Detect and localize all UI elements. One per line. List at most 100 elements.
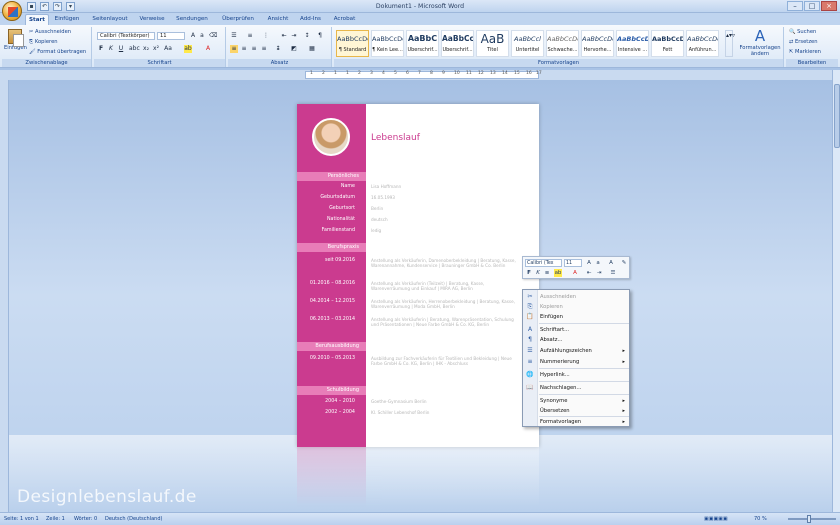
shrink-font-icon[interactable]: a (594, 259, 602, 267)
multilevel-list-icon[interactable]: ⋮ (262, 32, 270, 40)
mini-font-box[interactable]: Calibri (Tex (525, 259, 562, 267)
increase-indent-icon[interactable]: ⇥ (290, 32, 298, 40)
shrink-font-icon[interactable]: a (198, 32, 206, 40)
office-button[interactable] (2, 1, 22, 21)
tab-sendungen[interactable]: Sendungen (174, 14, 210, 25)
tab-start[interactable]: Start (25, 14, 49, 25)
format-painter-icon[interactable]: ✎ (620, 259, 628, 267)
status-line[interactable]: Zeile: 1 (46, 516, 65, 522)
subscript-icon[interactable]: x₂ (142, 45, 150, 53)
style-title[interactable]: AaB Titel (476, 30, 509, 57)
align-right-icon[interactable]: ≡ (250, 45, 258, 53)
menu-item-paste[interactable]: 📋 Einfügen (523, 312, 629, 322)
style-heading-1[interactable]: AaBbC Überschrif... (406, 30, 439, 57)
horizontal-ruler[interactable]: 1 2 1 1 2 3 4 5 6 7 8 9 10 11 12 13 14 1… (0, 70, 840, 80)
find-button[interactable]: 🔍 Suchen (789, 29, 816, 35)
menu-item-hyperlink[interactable]: 🌐 Hyperlink... (523, 370, 629, 380)
paste-button[interactable]: Einfügen (4, 29, 27, 51)
change-styles-button[interactable]: A Formatvorlagen ändern (738, 28, 782, 58)
grow-font-icon[interactable]: A (585, 259, 593, 267)
justify-icon[interactable]: ≡ (260, 45, 268, 53)
menu-item-font[interactable]: A Schriftart... (523, 325, 629, 335)
menu-item-lookup[interactable]: 📖 Nachschlagen... (523, 383, 629, 393)
change-case-icon[interactable]: Aa (164, 45, 172, 53)
cut-button[interactable]: ✂ Ausschneiden (29, 29, 71, 35)
vertical-scrollbar[interactable] (832, 70, 840, 512)
status-language[interactable]: Deutsch (Deutschland) (105, 516, 162, 522)
scroll-thumb[interactable] (834, 84, 840, 148)
style-quote[interactable]: AaBbCcDc Anführun... (686, 30, 719, 57)
menu-item-bullets[interactable]: ☰ Aufzählungszeichen ▸ (523, 346, 629, 356)
styles-icon[interactable]: A (607, 259, 615, 267)
superscript-icon[interactable]: x² (152, 45, 160, 53)
style-subtitle[interactable]: AaBbCcl Untertitel (511, 30, 544, 57)
minimize-button[interactable]: – (787, 1, 803, 11)
line-spacing-icon[interactable]: ↨ (274, 45, 282, 53)
tab-ueberpruefen[interactable]: Überprüfen (218, 14, 258, 25)
tab-verweise[interactable]: Verweise (137, 14, 167, 25)
status-words[interactable]: Wörter: 0 (74, 516, 97, 522)
menu-item-cut[interactable]: ✂ Ausschneiden (523, 292, 629, 302)
menu-item-copy[interactable]: ⎘ Kopieren (523, 302, 629, 312)
numbering-icon[interactable]: ≡ (246, 32, 254, 40)
menu-item-synonyms[interactable]: Synonyme ▸ (523, 396, 629, 406)
font-color-icon[interactable]: A (571, 269, 579, 277)
highlight-icon[interactable]: ab (184, 45, 192, 53)
styles-scroll-icon[interactable]: ▴▾▿ (725, 30, 735, 57)
mini-size-box[interactable]: 11 (564, 259, 582, 267)
document-page[interactable]: Persönliches Name Geburtsdatum Geburtsor… (297, 104, 539, 447)
italic-button[interactable]: K (107, 45, 115, 53)
align-center-icon[interactable]: ≡ (240, 45, 248, 53)
select-button[interactable]: ⇱ Markieren (789, 49, 821, 55)
tab-seitenlayout[interactable]: Seitenlayout (88, 14, 132, 25)
borders-icon[interactable]: ▦ (308, 45, 316, 53)
shading-icon[interactable]: ◩ (290, 45, 298, 53)
decrease-indent-icon[interactable]: ⇤ (585, 269, 593, 277)
font-name-box[interactable]: Calibri (Textkörper) (97, 32, 155, 40)
vertical-ruler[interactable] (0, 80, 9, 512)
align-left-icon[interactable]: ≡ (230, 45, 238, 53)
close-button[interactable]: × (821, 1, 837, 11)
format-painter-button[interactable]: 🖌 Format übertragen (29, 49, 86, 55)
maximize-button[interactable]: □ (804, 1, 820, 11)
zoom-level[interactable]: 70 % (754, 516, 767, 522)
style-heading-2[interactable]: AaBbCc Überschrif... (441, 30, 474, 57)
bullets-icon[interactable]: ☰ (230, 32, 238, 40)
grow-font-icon[interactable]: A (189, 32, 197, 40)
bold-icon[interactable]: F (525, 269, 533, 277)
highlight-icon[interactable]: ab (554, 269, 562, 277)
italic-icon[interactable]: K (534, 269, 542, 277)
clear-format-icon[interactable]: ⌫ (209, 32, 217, 40)
style-standard[interactable]: AaBbCcDc ¶ Standard (336, 30, 369, 57)
document-area[interactable]: Persönliches Name Geburtsdatum Geburtsor… (9, 80, 832, 512)
menu-item-translate[interactable]: Übersetzen ▸ (523, 406, 629, 416)
view-buttons-icon[interactable]: ▣▣▣▣▣ (704, 516, 728, 522)
tab-add-ins[interactable]: Add-Ins (297, 14, 324, 25)
tab-acrobat[interactable]: Acrobat (331, 14, 358, 25)
tab-einfuegen[interactable]: Einfügen (52, 14, 82, 25)
center-icon[interactable]: ≡ (543, 269, 551, 277)
style-kein-leerraum[interactable]: AaBbCcDc ¶ Kein Lee... (371, 30, 404, 57)
menu-item-styles[interactable]: Formatvorlagen ▸ (523, 417, 629, 427)
show-marks-icon[interactable]: ¶ (316, 32, 324, 40)
style-strong[interactable]: AaBbCcDc Fett (651, 30, 684, 57)
sort-icon[interactable]: ↕ (303, 32, 311, 40)
style-subtle-emphasis[interactable]: AaBbCcDc Schwache... (546, 30, 579, 57)
replace-button[interactable]: ⇄ Ersetzen (789, 39, 818, 45)
strikethrough-icon[interactable]: abc (129, 45, 140, 53)
underline-button[interactable]: U (117, 45, 125, 53)
style-emphasis[interactable]: AaBbCcDc Hervorhe... (581, 30, 614, 57)
bold-button[interactable]: F (97, 45, 105, 53)
increase-indent-icon[interactable]: ⇥ (595, 269, 603, 277)
bullets-icon[interactable]: ☰ (609, 269, 617, 277)
decrease-indent-icon[interactable]: ⇤ (280, 32, 288, 40)
menu-item-paragraph[interactable]: ¶ Absatz... (523, 335, 629, 345)
zoom-slider[interactable] (788, 515, 836, 523)
copy-button[interactable]: ⎘ Kopieren (29, 39, 58, 46)
style-intense-emphasis[interactable]: AaBbCcDc Intensive ... (616, 30, 649, 57)
menu-item-numbering[interactable]: ≡ Nummerierung ▸ (523, 357, 629, 367)
status-page[interactable]: Seite: 1 von 1 (4, 516, 39, 522)
zoom-knob[interactable] (807, 515, 811, 523)
tab-ansicht[interactable]: Ansicht (264, 14, 292, 25)
font-color-icon[interactable]: A (204, 45, 212, 53)
